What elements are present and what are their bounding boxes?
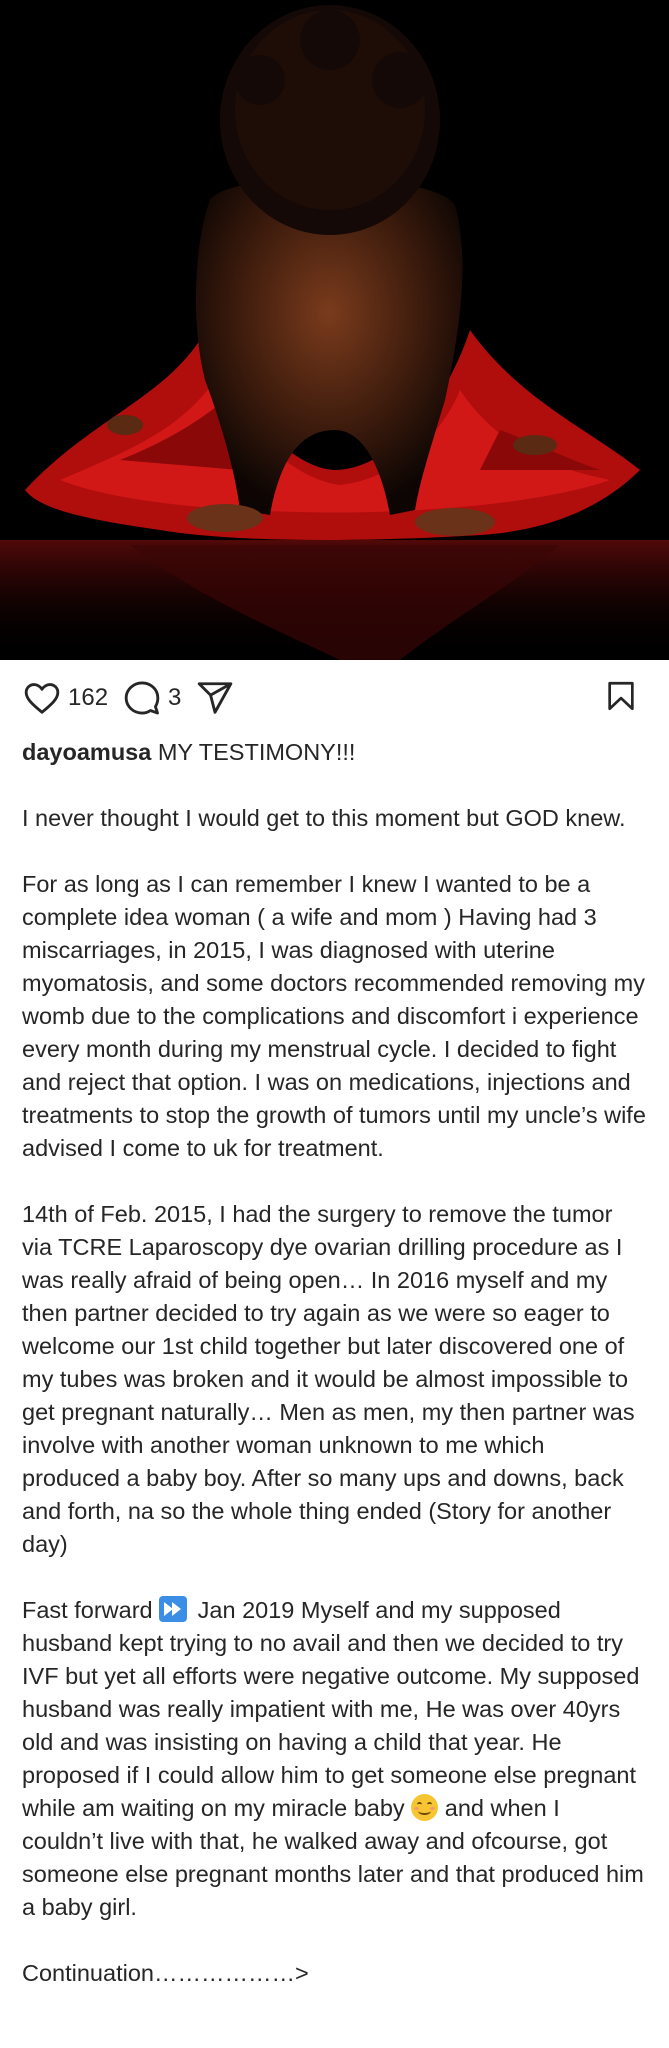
caption-paragraph-1: I never thought I would get to this mome… [22,805,626,831]
caption-headline: MY TESTIMONY!!! [157,739,356,765]
fast-forward-emoji-icon [159,1596,188,1622]
save-button[interactable] [601,678,641,718]
post-photo [0,0,669,660]
post-action-bar: 162 3 [0,660,669,736]
comment-icon[interactable] [122,678,162,718]
like-button[interactable]: 162 [22,678,108,718]
bookmark-icon[interactable] [604,678,638,719]
caption-paragraph-4: Fast forward Jan 2019 Myself and my supp… [22,1594,647,1924]
share-button[interactable] [195,678,235,718]
post-caption: dayoamusa MY TESTIMONY!!! I never though… [0,736,669,1990]
post-image[interactable] [0,0,669,660]
username-link[interactable]: dayoamusa [22,739,151,765]
caption-p4-start: Fast forward [22,1597,153,1623]
caption-paragraph-3: 14th of Feb. 2015, I had the surgery to … [22,1201,635,1557]
heart-icon[interactable] [22,678,62,718]
continuation-link[interactable]: Continuation………………> [22,1957,647,1990]
caption-paragraph-2: For as long as I can remember I knew I w… [22,871,646,1161]
like-count[interactable]: 162 [68,684,108,712]
caption-p4-middle: Jan 2019 Myself and my supposed husband … [22,1597,640,1821]
comment-count[interactable]: 3 [168,684,181,712]
send-icon[interactable] [195,678,235,718]
smiling-face-emoji-icon [411,1794,439,1821]
comment-button[interactable]: 3 [122,678,181,718]
caption-header: dayoamusa MY TESTIMONY!!! [22,736,647,769]
